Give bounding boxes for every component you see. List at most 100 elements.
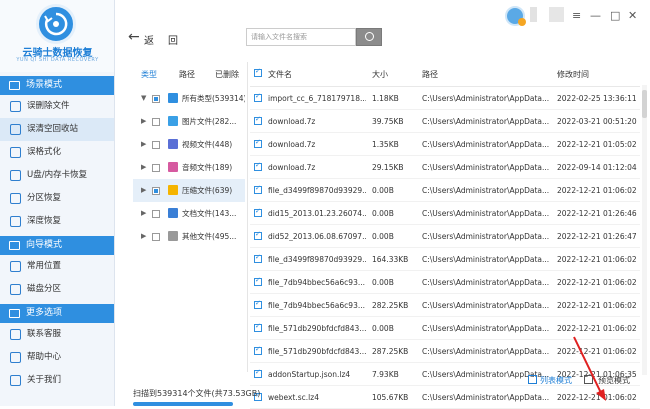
select-all-checkbox[interactable] (254, 67, 262, 77)
tree-item[interactable]: ▶ 压缩文件(639) (133, 179, 245, 202)
sidebar-item-deleted-files[interactable]: 误删除文件 (0, 95, 114, 118)
cell-time: 2022-02-25 13:36:11 (557, 94, 637, 103)
tab-path[interactable]: 路径 (179, 69, 195, 80)
expand-arrow-icon[interactable]: ▶ (141, 179, 146, 202)
tab-type[interactable]: 类型 (141, 69, 157, 80)
header-path[interactable]: 路径 (422, 69, 550, 80)
expand-arrow-icon[interactable]: ▶ (141, 110, 146, 133)
tree-item[interactable]: ▶ 其他文件(495... (133, 225, 245, 248)
panel-divider (247, 62, 248, 372)
tree-checkbox[interactable] (152, 141, 160, 149)
close-button[interactable]: ✕ (628, 9, 637, 22)
table-row[interactable]: download.7z 29.15KB C:\Users\Administrator… (250, 156, 640, 179)
sidebar-item-help-center[interactable]: 帮助中心 (0, 346, 114, 369)
tree-item[interactable]: ▶ 音频文件(189) (133, 156, 245, 179)
folder-icon (168, 185, 178, 195)
scrollbar-thumb[interactable] (642, 90, 647, 118)
row-checkbox[interactable] (254, 92, 262, 102)
row-checkbox[interactable] (254, 230, 262, 240)
expand-arrow-icon[interactable]: ▶ (141, 156, 146, 179)
row-checkbox[interactable] (254, 253, 262, 263)
sidebar-item-contact-support[interactable]: 联系客服 (0, 323, 114, 346)
search-input[interactable]: 请输入文件名搜索 (246, 28, 356, 46)
wizard-icon (9, 241, 20, 250)
tree-checkbox[interactable] (152, 210, 160, 218)
disk-icon (10, 284, 21, 295)
tree-item[interactable]: ▼ 所有类型(539314) (133, 87, 245, 110)
header-time[interactable]: 修改时间 (557, 69, 641, 80)
sidebar-item-common-locations[interactable]: 常用位置 (0, 255, 114, 278)
cell-size: 0.00B (372, 324, 394, 333)
expand-arrow-icon[interactable]: ▶ (141, 202, 146, 225)
row-checkbox[interactable] (254, 368, 262, 378)
table-row[interactable]: download.7z 39.75KB C:\Users\Administrator… (250, 110, 640, 133)
back-button[interactable]: 返 (144, 32, 154, 47)
table-row[interactable]: file_d3499f89870d93929... 164.33KB C:\User… (250, 248, 640, 271)
table-row[interactable]: did15_2013.01.23.26074... 0.00B C:\Users\A… (250, 202, 640, 225)
row-checkbox[interactable] (254, 184, 262, 194)
back-arrow-icon[interactable]: ← (128, 29, 140, 45)
row-checkbox[interactable] (254, 322, 262, 332)
cell-time: 2022-12-21 01:05:02 (557, 140, 637, 149)
sidebar-item-usb-card[interactable]: U盘/内存卡恢复 (0, 164, 114, 187)
tab-deleted[interactable]: 已删除 (215, 69, 239, 80)
cell-size: 0.00B (372, 186, 394, 195)
expand-arrow-icon[interactable]: ▶ (141, 225, 146, 248)
header-size[interactable]: 大小 (372, 69, 420, 80)
row-checkbox[interactable] (254, 207, 262, 217)
maximize-button[interactable]: □ (610, 9, 620, 22)
scrollbar-track[interactable] (642, 85, 647, 375)
row-checkbox[interactable] (254, 115, 262, 125)
table-row[interactable]: file_7db94bbec56a6c93... 0.00B C:\Users\Ad… (250, 271, 640, 294)
tree-item-label: 视频文件(448) (182, 140, 233, 149)
sidebar-item-recycle-bin[interactable]: 误清空回收站 (0, 118, 114, 141)
section-wizard-mode: 向导模式 (0, 236, 114, 255)
cell-name: import_cc_6_718179718... (268, 94, 366, 103)
folder-icon (168, 93, 178, 103)
expand-arrow-icon[interactable]: ▼ (141, 87, 146, 110)
sidebar-item-deep-recovery[interactable]: 深度恢复 (0, 210, 114, 233)
tree-item[interactable]: ▶ 图片文件(282... (133, 110, 245, 133)
tree-checkbox[interactable] (152, 118, 160, 126)
table-row[interactable]: did52_2013.06.08.67097... 0.00B C:\Users\A… (250, 225, 640, 248)
cell-path: C:\Users\Administrator\AppData... (422, 163, 550, 172)
tree-checkbox[interactable] (152, 233, 160, 241)
tree-item[interactable]: ▶ 视频文件(448) (133, 133, 245, 156)
row-checkbox[interactable] (254, 161, 262, 171)
section-more-options: 更多选项 (0, 304, 114, 323)
recycle-bin-icon (10, 124, 21, 135)
cell-time: 2022-12-21 01:06:02 (557, 301, 637, 310)
row-checkbox[interactable] (254, 299, 262, 309)
sidebar-item-label: 联系客服 (27, 329, 62, 339)
table-row[interactable]: file_7db94bbec56a6c93... 282.25KB C:\Users… (250, 294, 640, 317)
list-view-button[interactable]: 列表模式 (540, 375, 572, 386)
table-row[interactable]: download.7z 1.35KB C:\Users\Administrator\… (250, 133, 640, 156)
app-subtitle: YUN QI SHI DATA RECOVERY (16, 57, 99, 63)
sidebar-item-format[interactable]: 误格式化 (0, 141, 114, 164)
cell-size: 282.25KB (372, 301, 409, 310)
row-checkbox[interactable] (254, 276, 262, 286)
minimize-button[interactable]: — (590, 9, 601, 22)
menu-icon (9, 309, 20, 318)
section-title: 更多选项 (26, 308, 63, 318)
cell-name: download.7z (268, 163, 316, 172)
sidebar-item-about[interactable]: 关于我们 (0, 369, 114, 392)
home-button[interactable]: 回 (168, 32, 178, 47)
tree-checkbox[interactable] (152, 164, 160, 172)
header-name[interactable]: 文件名 (268, 69, 366, 80)
cell-size: 164.33KB (372, 255, 409, 264)
cell-size: 1.18KB (372, 94, 399, 103)
tree-checkbox[interactable] (152, 95, 160, 103)
tree-checkbox[interactable] (152, 187, 160, 195)
menu-icon[interactable]: ≡ (572, 9, 581, 22)
sidebar-item-partition[interactable]: 分区恢复 (0, 187, 114, 210)
tree-item[interactable]: ▶ 文档文件(143... (133, 202, 245, 225)
table-row[interactable]: import_cc_6_718179718... 1.18KB C:\Users\A… (250, 87, 640, 110)
tree-tabs: 类型 路径 已删除 (133, 62, 245, 87)
search-button[interactable] (356, 28, 382, 46)
row-checkbox[interactable] (254, 138, 262, 148)
expand-arrow-icon[interactable]: ▶ (141, 133, 146, 156)
table-row[interactable]: file_d3499f89870d93929... 0.00B C:\Users\A… (250, 179, 640, 202)
row-checkbox[interactable] (254, 345, 262, 355)
sidebar-item-disk-partition[interactable]: 磁盘分区 (0, 278, 114, 301)
